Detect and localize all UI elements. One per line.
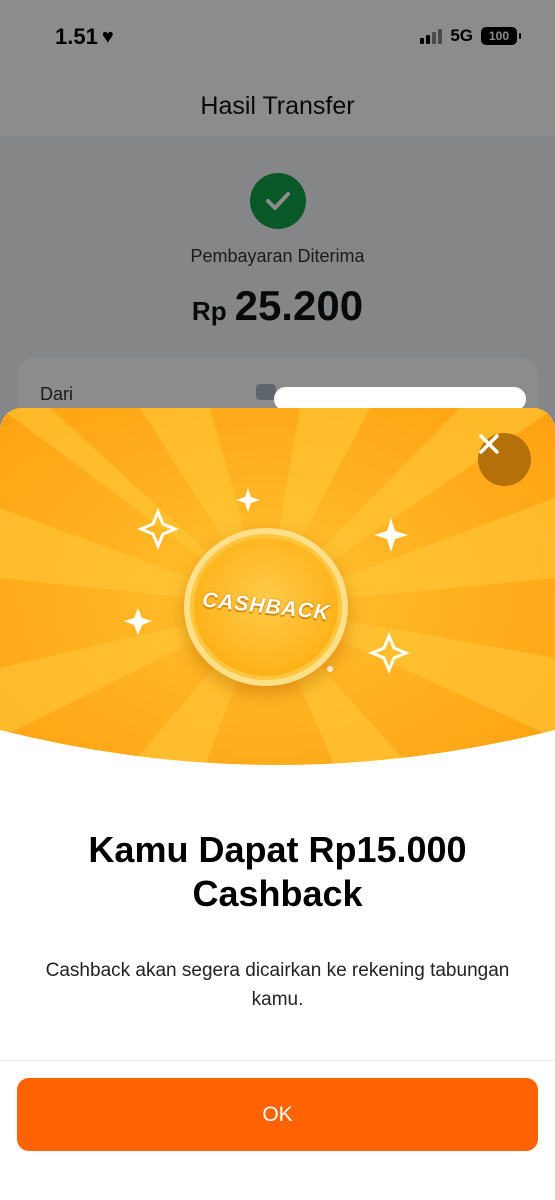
- close-button[interactable]: [478, 433, 531, 486]
- sparkle-dot: [327, 666, 333, 672]
- coin-label: CASHBACK: [201, 588, 331, 625]
- divider: [0, 1060, 555, 1061]
- cashback-banner: CASHBACK: [0, 408, 555, 778]
- cashback-coin: CASHBACK: [184, 528, 348, 686]
- cashback-sheet: CASHBACK Kamu Dapat Rp15.000 Cashback Ca…: [0, 408, 555, 1200]
- ok-button[interactable]: OK: [17, 1078, 538, 1151]
- reward-description: Cashback akan segera dicairkan ke rekeni…: [45, 960, 510, 1010]
- reward-title: Kamu Dapat Rp15.000 Cashback: [88, 829, 467, 914]
- close-icon: [479, 434, 499, 454]
